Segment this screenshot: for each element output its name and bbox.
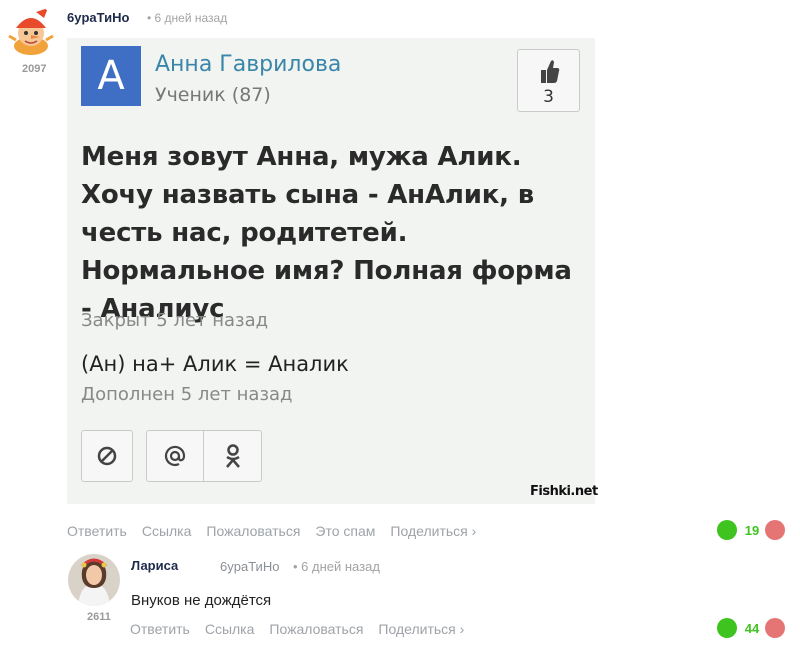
question-author-avatar: А xyxy=(81,46,141,106)
reply-upvote-button[interactable] xyxy=(717,618,737,638)
comment-time[interactable]: • 6 дней назад xyxy=(147,11,227,25)
upvote-button[interactable] xyxy=(717,520,737,540)
thumbs-up-icon xyxy=(541,60,560,83)
author-rating: 2097 xyxy=(22,63,47,75)
comment-actions: Ответить Ссылка Пожаловаться Это спам По… xyxy=(67,523,476,539)
embedded-screenshot: А Анна Гаврилова Ученик (87) 3 Меня зову… xyxy=(67,38,598,504)
odnoklassniki-icon xyxy=(225,444,240,468)
reply-share-link[interactable]: Поделиться › xyxy=(378,621,464,637)
reply-downvote-button[interactable] xyxy=(765,618,785,638)
watermark: Fishki.net xyxy=(530,484,598,499)
block-button xyxy=(81,430,133,482)
reply-author-avatar[interactable] xyxy=(68,554,120,606)
reply-author-rating: 2611 xyxy=(87,611,111,623)
like-button: 3 xyxy=(517,49,580,112)
comment-votes: 19 xyxy=(717,520,785,540)
downvote-button[interactable] xyxy=(765,520,785,540)
share-link[interactable]: Поделиться › xyxy=(390,523,476,539)
reply-reply-link[interactable]: Ответить xyxy=(130,621,190,637)
reply-to-name[interactable]: 6yраТиНо xyxy=(220,559,279,574)
author-avatar[interactable] xyxy=(6,5,56,56)
author-name[interactable]: 6yраТиНо xyxy=(67,10,129,25)
vote-count: 19 xyxy=(744,522,760,538)
reply-link[interactable]: Ответить xyxy=(67,523,127,539)
at-sign-icon xyxy=(164,445,186,467)
question-addendum: (Ан) на+ Алик = Аналик xyxy=(81,352,349,376)
question-closed-status: Закрыт 5 лет назад xyxy=(81,310,269,331)
odnoklassniki-button xyxy=(203,430,262,482)
question-author-name: Анна Гаврилова xyxy=(155,52,342,77)
permalink-link[interactable]: Ссылка xyxy=(142,523,192,539)
spam-link[interactable]: Это спам xyxy=(315,523,375,539)
reply-permalink-link[interactable]: Ссылка xyxy=(205,621,255,637)
reply-report-link[interactable]: Пожаловаться xyxy=(269,621,363,637)
question-author-rank: Ученик (87) xyxy=(155,84,271,106)
reply-time[interactable]: • 6 дней назад xyxy=(293,559,380,574)
mail-button xyxy=(146,430,204,482)
question-added-status: Дополнен 5 лет назад xyxy=(81,384,293,405)
reply-votes: 44 xyxy=(717,618,785,638)
reply-actions: Ответить Ссылка Пожаловаться Поделиться … xyxy=(130,621,464,637)
reply-vote-count: 44 xyxy=(744,620,760,636)
reply-text: Внуков не дождётся xyxy=(131,592,272,609)
like-count: 3 xyxy=(543,87,554,107)
report-link[interactable]: Пожаловаться xyxy=(206,523,300,539)
question-text: Меня зовут Анна, мужа Алик. Хочу назвать… xyxy=(81,142,572,324)
block-icon xyxy=(97,446,117,466)
reply-author-name[interactable]: Лариса xyxy=(131,558,178,573)
